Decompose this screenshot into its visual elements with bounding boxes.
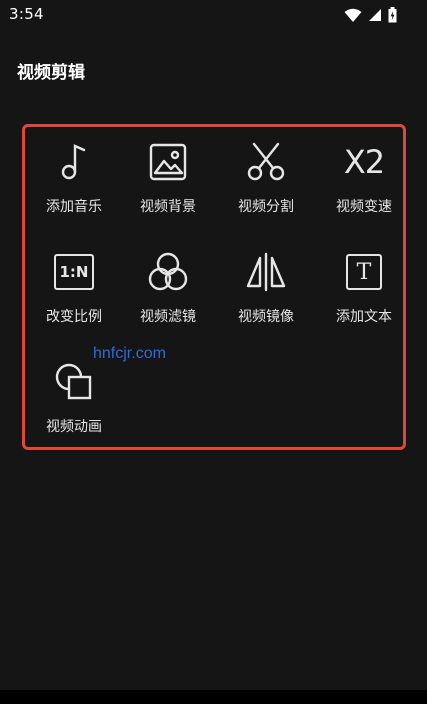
tool-video-speed-button[interactable]: X2 视频变速 (315, 130, 413, 230)
wifi-icon (344, 8, 362, 22)
aspect-ratio-text: 1:N (59, 263, 89, 281)
tool-label: 视频分割 (238, 199, 294, 215)
x2-speed-icon: X2 (339, 138, 389, 186)
tool-label: 视频变速 (336, 199, 392, 215)
tool-aspect-ratio-button[interactable]: 1:N 改变比例 (25, 240, 123, 340)
status-bar: 3:54 (0, 0, 427, 30)
text-box-icon: T (339, 248, 389, 296)
tool-label: 添加音乐 (46, 199, 102, 215)
tool-label: 改变比例 (46, 309, 102, 325)
x2-speed-text: X2 (343, 143, 385, 181)
tool-label: 视频动画 (46, 419, 102, 435)
aspect-ratio-icon: 1:N (49, 248, 99, 296)
tool-video-split-button[interactable]: 视频分割 (217, 130, 315, 230)
text-box-glyph: T (356, 259, 372, 285)
scissors-icon (241, 138, 291, 186)
status-time: 3:54 (9, 5, 44, 23)
tools-grid: 添加音乐 视频背景 视频分割 X2 视频变速 1:N 改变比例 视频滤镜 视频镜… (25, 127, 403, 447)
battery-icon (388, 7, 397, 23)
signal-icon (369, 9, 381, 21)
animation-shapes-icon (49, 358, 99, 406)
image-icon (143, 138, 193, 186)
music-note-icon (49, 138, 99, 186)
bottom-bar (0, 690, 427, 704)
tool-add-music-button[interactable]: 添加音乐 (25, 130, 123, 230)
tool-video-mirror-button[interactable]: 视频镜像 (217, 240, 315, 340)
status-icons (344, 6, 397, 24)
filter-circles-icon (143, 248, 193, 296)
tool-add-text-button[interactable]: T 添加文本 (315, 240, 413, 340)
tool-label: 视频背景 (140, 199, 196, 215)
watermark-text: hnfcjr.com (93, 345, 166, 362)
tool-video-filter-button[interactable]: 视频滤镜 (119, 240, 217, 340)
tool-label: 添加文本 (336, 309, 392, 325)
tools-panel: 添加音乐 视频背景 视频分割 X2 视频变速 1:N 改变比例 视频滤镜 视频镜… (22, 124, 406, 450)
tool-label: 视频镜像 (238, 309, 294, 325)
mirror-icon (241, 248, 291, 296)
tool-video-animation-button[interactable]: 视频动画 (25, 350, 123, 450)
page-title: 视频剪辑 (17, 63, 85, 83)
tool-video-background-button[interactable]: 视频背景 (119, 130, 217, 230)
tool-label: 视频滤镜 (140, 309, 196, 325)
